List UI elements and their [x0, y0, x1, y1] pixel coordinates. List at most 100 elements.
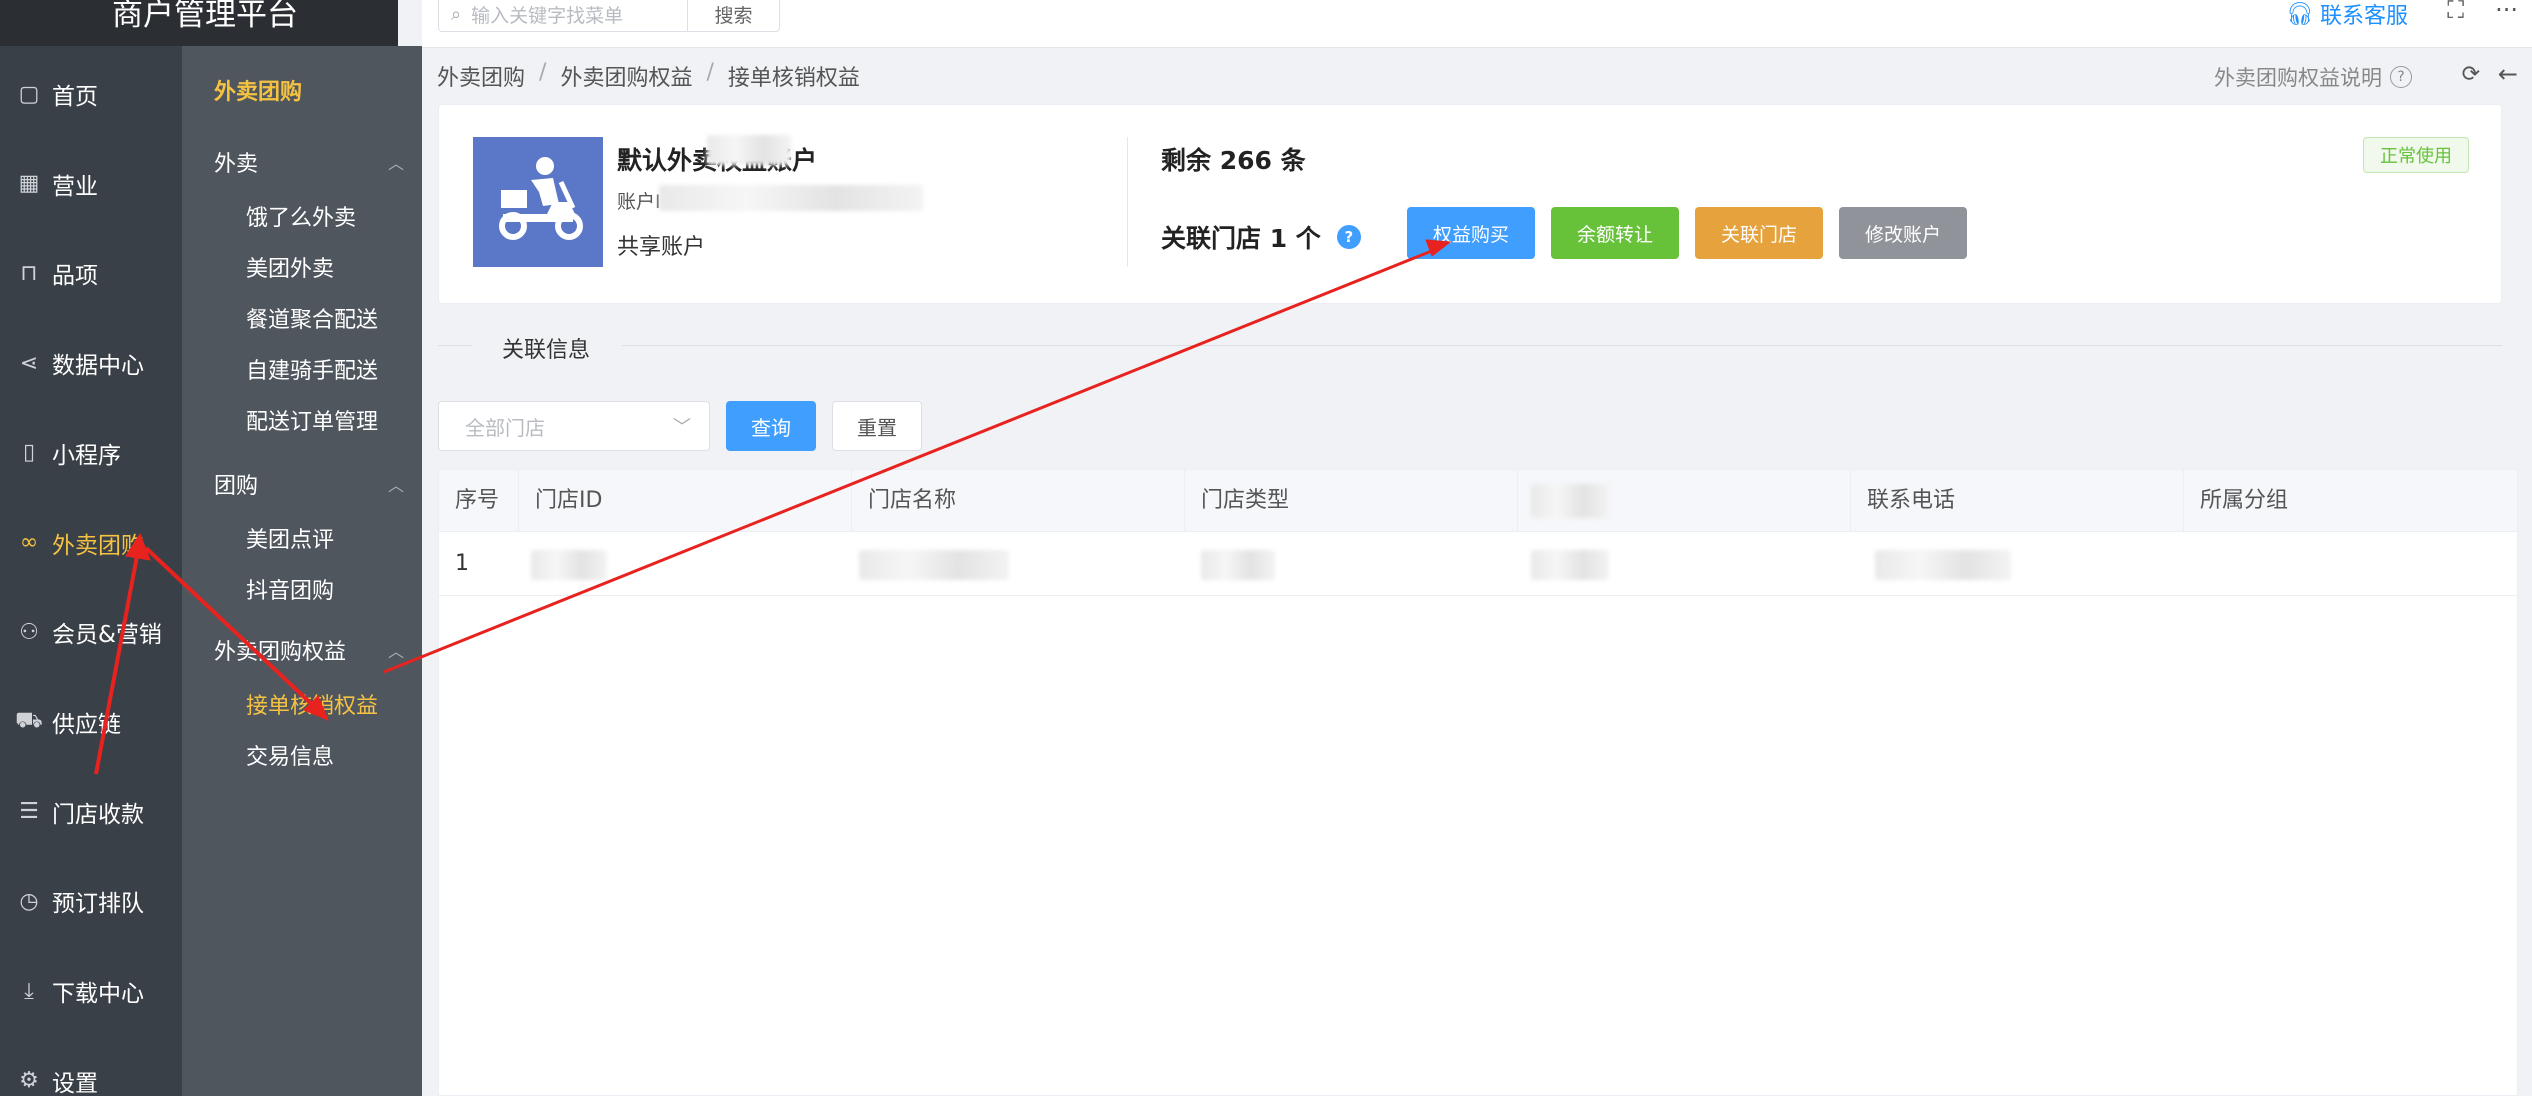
sidebar-item-label: 预订排队 — [52, 891, 144, 918]
top-bar: ⌕ 输入关键字找菜单 搜索 🎧︎ 联系客服 ⛶ ··· — [422, 0, 2532, 48]
sidebar-item-label: 小程序 — [52, 442, 121, 469]
menu-search-input[interactable]: ⌕ 输入关键字找菜单 — [438, 0, 688, 32]
column-header: 所属分组 — [2200, 488, 2289, 513]
breadcrumb: 外卖团购 / 外卖团购权益 / 接单核销权益 — [437, 60, 860, 92]
sidebar-item[interactable]: ⛟ 供应链 — [0, 692, 182, 752]
buy-rights-button[interactable]: 权益购买 — [1407, 207, 1535, 259]
sidebar-item[interactable]: ☰ 门店收款 — [0, 782, 182, 842]
account-id-label: 账户I — [617, 191, 661, 213]
contact-service-link[interactable]: 🎧︎ 联系客服 — [2286, 0, 2408, 30]
store-select[interactable]: 全部门店 ﹀ — [438, 401, 710, 451]
sidebar-item[interactable]: ▯ 小程序 — [0, 423, 182, 483]
secondary-sidebar: 外卖团购 外卖 ︿ 饿了么外卖 美团外卖 餐道聚合配送 自建骑手配送 配送订单管… — [182, 46, 422, 1096]
section-title: 关联信息 — [502, 338, 591, 363]
sub-item-delivery-orders[interactable]: 配送订单管理 — [246, 404, 378, 436]
remaining-count: 剩余 266 条 — [1161, 146, 1306, 175]
column-header: 门店类型 — [1185, 470, 1518, 532]
sidebar-item-label: 营业 — [52, 173, 98, 200]
brand-title: 商户管理平台 — [0, 0, 398, 46]
sidebar-item[interactable]: ⚙ 设置 — [0, 1051, 182, 1096]
sub-item-dianping[interactable]: 美团点评 — [246, 522, 334, 554]
chevron-up-icon: ︿ — [387, 154, 404, 173]
table-header: 序号 门店ID 门店名称 门店类型 联系电话 所属分组 — [439, 470, 2517, 532]
redacted-block — [707, 135, 791, 165]
sidebar-item[interactable]: ⋖ 数据中心 — [0, 333, 182, 393]
phone-icon: ▯ — [22, 440, 36, 466]
sidebar-item-label: 门店收款 — [52, 801, 144, 828]
sub-item-douyin[interactable]: 抖音团购 — [246, 573, 334, 605]
link-store-button[interactable]: 关联门店 — [1695, 207, 1823, 259]
sub-item-order-rights[interactable]: 接单核销权益 — [246, 688, 378, 720]
section-waimai[interactable]: 外卖 ︿ — [214, 146, 404, 178]
gear-icon: ⚙ — [19, 1068, 39, 1094]
question-icon[interactable]: ? — [1336, 225, 1361, 249]
more-icon[interactable]: ··· — [2495, 0, 2518, 24]
reset-button[interactable]: 重置 — [832, 401, 922, 451]
sidebar-item-label: 下载中心 — [52, 981, 144, 1007]
home-icon: ▢ — [18, 81, 40, 107]
download-icon: ⤓ — [24, 978, 34, 1004]
sidebar-item[interactable]: ◷ 预订排队 — [0, 871, 182, 931]
column-header: 门店名称 — [852, 470, 1185, 532]
column-header: 门店ID — [519, 470, 852, 532]
fullscreen-icon[interactable]: ⛶ — [2447, 0, 2464, 24]
search-icon: ⌕ — [451, 3, 462, 25]
sub-item-transactions[interactable]: 交易信息 — [246, 739, 334, 771]
back-arrow-icon[interactable]: ← — [2498, 60, 2518, 88]
clock-icon: ◷ — [19, 888, 39, 914]
stores-table: 序号 门店ID 门店名称 门店类型 联系电话 所属分组 1 — [438, 469, 2518, 1096]
rights-help-link[interactable]: 外卖团购权益说明 ? — [2214, 62, 2412, 92]
redacted-cell — [859, 550, 1009, 580]
redacted-cell — [531, 550, 607, 580]
sub-item-aggregate-delivery[interactable]: 餐道聚合配送 — [246, 302, 378, 334]
query-button[interactable]: 查询 — [726, 401, 816, 451]
bag-icon: ⊓ — [20, 260, 38, 286]
chevron-up-icon: ︿ — [387, 476, 404, 495]
chevron-down-icon: ﹀ — [673, 417, 691, 438]
redacted-cell — [1531, 550, 1609, 580]
sidebar-item-label: 数据中心 — [52, 353, 144, 380]
transfer-balance-button[interactable]: 余额转让 — [1551, 207, 1679, 259]
menu-search-button[interactable]: 搜索 — [688, 0, 780, 32]
redacted-account-id — [659, 185, 923, 211]
sidebar-item-label: 会员&营销 — [52, 622, 162, 649]
delivery-scooter-icon — [473, 137, 603, 267]
sidebar-item-label: 品项 — [52, 263, 98, 290]
account-card: 默认外卖权益账户 账户I 共享账户 剩余 266 条 关联门店 1 个 ? 权益… — [438, 104, 2502, 304]
chevron-up-icon: ︿ — [387, 642, 404, 661]
status-badge: 正常使用 — [2363, 137, 2469, 173]
redacted-cell — [1201, 550, 1275, 580]
sidebar-item-label: 外卖团购 — [52, 532, 144, 559]
coins-icon: ☰ — [19, 799, 39, 825]
redacted-header — [1531, 484, 1609, 518]
edit-account-button[interactable]: 修改账户 — [1839, 207, 1967, 259]
sidebar-item[interactable]: ∞ 外卖团购 — [0, 513, 182, 573]
sub-item-meituan-waimai[interactable]: 美团外卖 — [246, 251, 334, 283]
sidebar-item[interactable]: ⚇ 会员&营销 — [0, 602, 182, 662]
truck-icon: ⛟ — [15, 707, 43, 733]
sidebar-item[interactable]: ▦ 营业 — [0, 154, 182, 214]
sidebar-item[interactable]: ▢ 首页 — [0, 64, 182, 124]
headset-icon: 🎧︎ — [2286, 1, 2314, 27]
user-icon: ⚇ — [19, 619, 39, 645]
share-icon: ⋖ — [19, 350, 39, 376]
sidebar-item-label: 设置 — [52, 1070, 98, 1096]
redacted-cell — [1875, 550, 2011, 580]
breadcrumb-item[interactable]: 外卖团购 — [437, 60, 525, 92]
question-icon: ? — [2390, 66, 2412, 88]
sidebar-item-label: 首页 — [52, 84, 98, 110]
row-index: 1 — [455, 551, 469, 576]
table-row[interactable]: 1 — [439, 532, 2517, 596]
breadcrumb-item[interactable]: 外卖团购权益 — [560, 60, 692, 92]
section-tuangou[interactable]: 团购 ︿ — [214, 468, 404, 500]
sub-item-eleme[interactable]: 饿了么外卖 — [246, 200, 356, 232]
section-rights[interactable]: 外卖团购权益 ︿ — [214, 634, 404, 666]
sidebar-item[interactable]: ⤓ 下载中心 — [0, 961, 182, 1021]
refresh-icon[interactable]: ⟳ — [2462, 62, 2480, 87]
linked-stores: 关联门店 1 个 ? — [1161, 219, 1361, 255]
sub-item-rider-delivery[interactable]: 自建骑手配送 — [246, 353, 378, 385]
column-header: 序号 — [439, 470, 519, 532]
sidebar-item[interactable]: ⊓ 品项 — [0, 243, 182, 303]
primary-sidebar: ▢ 首页 ▦ 营业 ⊓ 品项 ⋖ 数据中心 ▯ 小程序 ∞ 外卖团购 ⚇ 会员&营销 ⛟ 供应链 ☰ 门店收款 ◷ 预… — [0, 0, 182, 1096]
breadcrumb-item-current: 接单核销权益 — [727, 66, 860, 91]
